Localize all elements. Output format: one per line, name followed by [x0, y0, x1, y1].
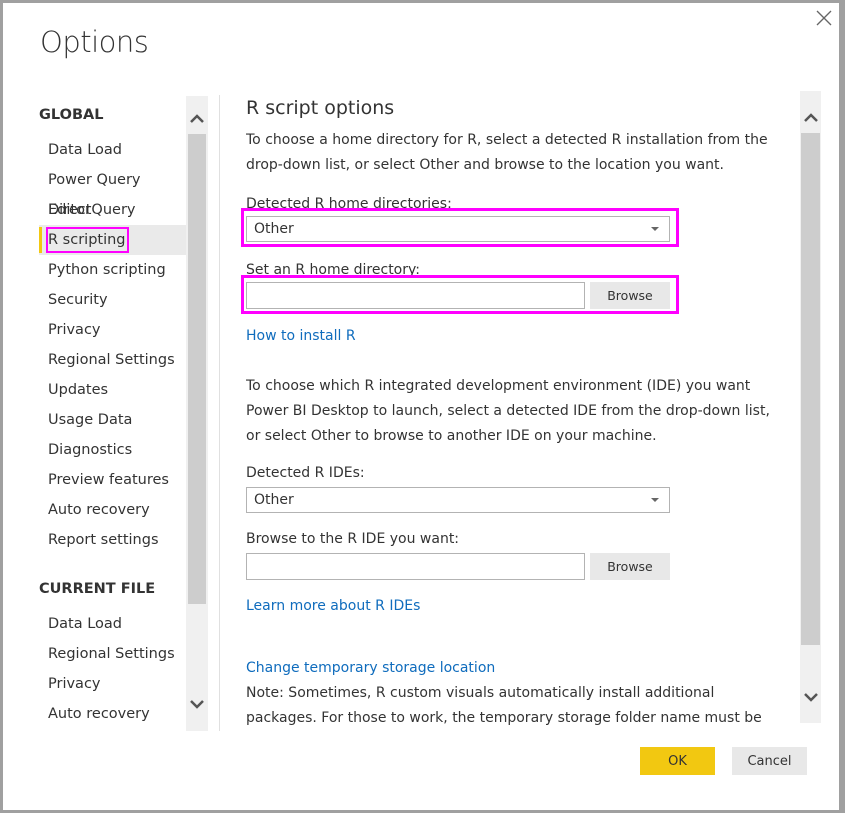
install-r-link[interactable]: How to install R	[246, 328, 356, 344]
sidebar-item-r-scripting[interactable]: R scripting	[39, 225, 187, 255]
sidebar-item-label: Updates	[48, 382, 109, 398]
sidebar-item-privacy[interactable]: Privacy	[39, 315, 187, 345]
ide-path-input[interactable]	[246, 553, 585, 580]
sidebar-item-python-scripting[interactable]: Python scripting	[39, 255, 187, 285]
home-dir-intro: To choose a home directory for R, select…	[246, 132, 768, 173]
sidebar-item-label: Privacy	[48, 322, 101, 338]
browse-ide-button[interactable]: Browse	[590, 553, 670, 580]
options-sidebar: GLOBAL Data Load Power Query Editor Dire…	[3, 95, 189, 731]
sidebar-item-current-auto-recovery[interactable]: Auto recovery	[39, 699, 187, 729]
sidebar-item-label: Regional Settings	[48, 352, 175, 368]
highlight-box-dropdown	[241, 208, 679, 247]
scroll-down-icon[interactable]	[189, 698, 205, 710]
sidebar-item-regional-settings[interactable]: Regional Settings	[39, 345, 187, 375]
cancel-button[interactable]: Cancel	[732, 747, 807, 775]
sidebar-item-label: DirectQuery	[48, 202, 136, 218]
section-header-current-file: CURRENT FILE	[39, 581, 156, 597]
ides-label: Detected R IDEs:	[246, 465, 365, 481]
sidebar-item-label: Python scripting	[48, 262, 166, 278]
sidebar-item-current-regional-settings[interactable]: Regional Settings	[39, 639, 187, 669]
sidebar-item-security[interactable]: Security	[39, 285, 187, 315]
sidebar-item-updates[interactable]: Updates	[39, 375, 187, 405]
sidebar-scrollbar-thumb[interactable]	[188, 134, 206, 604]
highlight-box-browse	[241, 275, 679, 314]
ok-button[interactable]: OK	[640, 747, 715, 775]
ides-value: Other	[254, 492, 294, 508]
sidebar-item-label: Preview features	[48, 472, 169, 488]
content-pane: R script options To choose a home direct…	[246, 95, 786, 731]
sidebar-item-label: Usage Data	[48, 412, 133, 428]
sidebar-item-label: Data Load	[48, 142, 123, 158]
ides-dropdown[interactable]: Other	[246, 487, 670, 513]
sidebar-item-directquery[interactable]: DirectQuery	[39, 195, 187, 225]
chevron-down-icon	[651, 498, 659, 502]
section-header-global: GLOBAL	[39, 107, 104, 123]
sidebar-item-diagnostics[interactable]: Diagnostics	[39, 435, 187, 465]
sidebar-item-label: Privacy	[48, 676, 101, 692]
sidebar-item-power-query-editor[interactable]: Power Query Editor	[39, 165, 187, 218]
ide-intro: To choose which R integrated development…	[246, 378, 770, 444]
content-scrollbar[interactable]	[800, 91, 821, 723]
sidebar-item-current-privacy[interactable]: Privacy	[39, 669, 187, 699]
pane-divider	[219, 95, 220, 731]
sidebar-item-current-data-load[interactable]: Data Load	[39, 609, 187, 639]
sidebar-scrollbar[interactable]	[186, 96, 208, 731]
browse-ide-label: Browse to the R IDE you want:	[246, 531, 460, 547]
options-dialog: Options GLOBAL Data Load Power Query Edi…	[3, 3, 839, 810]
section-heading: R script options	[246, 97, 395, 119]
sidebar-item-report-settings[interactable]: Report settings	[39, 525, 187, 555]
sidebar-item-auto-recovery[interactable]: Auto recovery	[39, 495, 187, 525]
sidebar-item-label: Auto recovery	[48, 502, 150, 518]
scroll-up-icon[interactable]	[803, 111, 819, 123]
sidebar-item-label: R scripting	[46, 227, 129, 253]
sidebar-item-label: Data Load	[48, 616, 123, 632]
sidebar-item-label: Report settings	[48, 532, 159, 548]
storage-location-link[interactable]: Change temporary storage location	[246, 660, 495, 676]
sidebar-item-label: Diagnostics	[48, 442, 133, 458]
storage-note: Note: Sometimes, R custom visuals automa…	[246, 685, 762, 726]
close-icon[interactable]	[815, 9, 833, 27]
sidebar-item-data-load[interactable]: Data Load	[39, 135, 187, 165]
sidebar-item-label: Security	[48, 292, 108, 308]
sidebar-item-usage-data[interactable]: Usage Data	[39, 405, 187, 435]
sidebar-item-label: Auto recovery	[48, 706, 150, 722]
content-scrollbar-thumb[interactable]	[801, 133, 820, 645]
sidebar-item-label: Regional Settings	[48, 646, 175, 662]
dialog-title: Options	[40, 25, 149, 59]
learn-ide-link[interactable]: Learn more about R IDEs	[246, 598, 420, 614]
scroll-down-icon[interactable]	[803, 691, 819, 703]
sidebar-item-preview-features[interactable]: Preview features	[39, 465, 187, 495]
scroll-up-icon[interactable]	[189, 112, 205, 124]
